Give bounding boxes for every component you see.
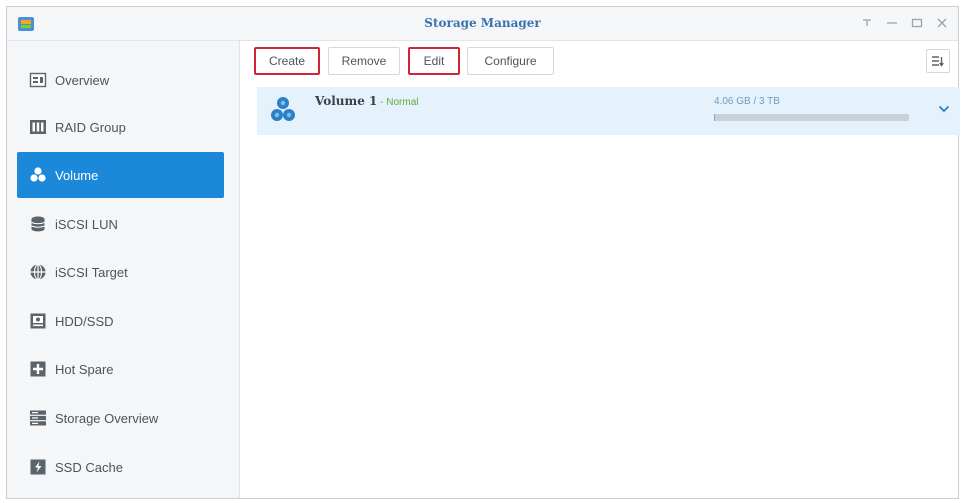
volume-status-separator: - (377, 97, 387, 108)
sidebar-item-label: Overview (55, 72, 110, 88)
storage-overview-icon (29, 409, 47, 427)
volume-status: Normal (386, 97, 419, 108)
sidebar-item-ssd-cache[interactable]: SSD Cache (17, 444, 224, 490)
sidebar-item-overview[interactable]: Overview (17, 57, 224, 103)
iscsi-target-icon (29, 263, 47, 281)
hot-spare-icon (29, 360, 47, 378)
close-icon[interactable] (934, 14, 950, 32)
help-icon[interactable] (859, 14, 875, 32)
volume-name: Volume 1 - Normal (315, 94, 418, 108)
volume-usage-bar (714, 114, 909, 121)
storage-manager-window: Storage Manager Overview RAID Group Volu… (6, 6, 960, 499)
volume-name-text: Volume 1 (315, 94, 378, 108)
sidebar-item-label: Volume (55, 167, 99, 183)
sidebar-item-label: iSCSI Target (55, 264, 128, 280)
sidebar: Overview RAID Group Volume iSCSI LUN iSC… (7, 41, 240, 498)
volume-icon (271, 97, 295, 121)
raid-group-icon (29, 118, 47, 136)
window-controls (859, 14, 950, 32)
sidebar-item-iscsi-target[interactable]: iSCSI Target (17, 249, 224, 295)
minimize-icon[interactable] (884, 14, 900, 32)
configure-button[interactable]: Configure (467, 47, 554, 75)
sidebar-item-label: SSD Cache (55, 459, 123, 475)
window-title: Storage Manager (424, 16, 541, 30)
sidebar-item-label: iSCSI LUN (55, 216, 118, 232)
chevron-down-icon[interactable] (936, 101, 952, 117)
sidebar-item-raid-group[interactable]: RAID Group (17, 104, 224, 150)
sidebar-item-label: HDD/SSD (55, 313, 114, 329)
ssd-cache-icon (29, 458, 47, 476)
sidebar-item-label: Storage Overview (55, 410, 159, 426)
sidebar-item-volume[interactable]: Volume (17, 152, 224, 198)
overview-icon (29, 71, 47, 89)
sidebar-item-label: Hot Spare (55, 361, 114, 377)
sidebar-item-hdd-ssd[interactable]: HDD/SSD (17, 298, 224, 344)
volume-row[interactable]: Volume 1 - Normal 4.06 GB / 3 TB (257, 87, 960, 135)
sidebar-item-hot-spare[interactable]: Hot Spare (17, 346, 224, 392)
maximize-icon[interactable] (909, 14, 925, 32)
view-options-icon[interactable] (926, 49, 950, 73)
edit-button[interactable]: Edit (408, 47, 460, 75)
iscsi-lun-icon (29, 215, 47, 233)
sidebar-item-storage-overview[interactable]: Storage Overview (17, 395, 224, 441)
create-button[interactable]: Create (254, 47, 320, 75)
sidebar-item-iscsi-lun[interactable]: iSCSI LUN (17, 201, 224, 247)
sidebar-item-label: RAID Group (55, 119, 126, 135)
volume-icon (29, 166, 47, 184)
toolbar: Create Remove Edit Configure (254, 47, 950, 77)
hdd-ssd-icon (29, 312, 47, 330)
title-bar[interactable]: Storage Manager (7, 7, 958, 41)
volume-usage: 4.06 GB / 3 TB (714, 96, 780, 107)
remove-button[interactable]: Remove (328, 47, 400, 75)
